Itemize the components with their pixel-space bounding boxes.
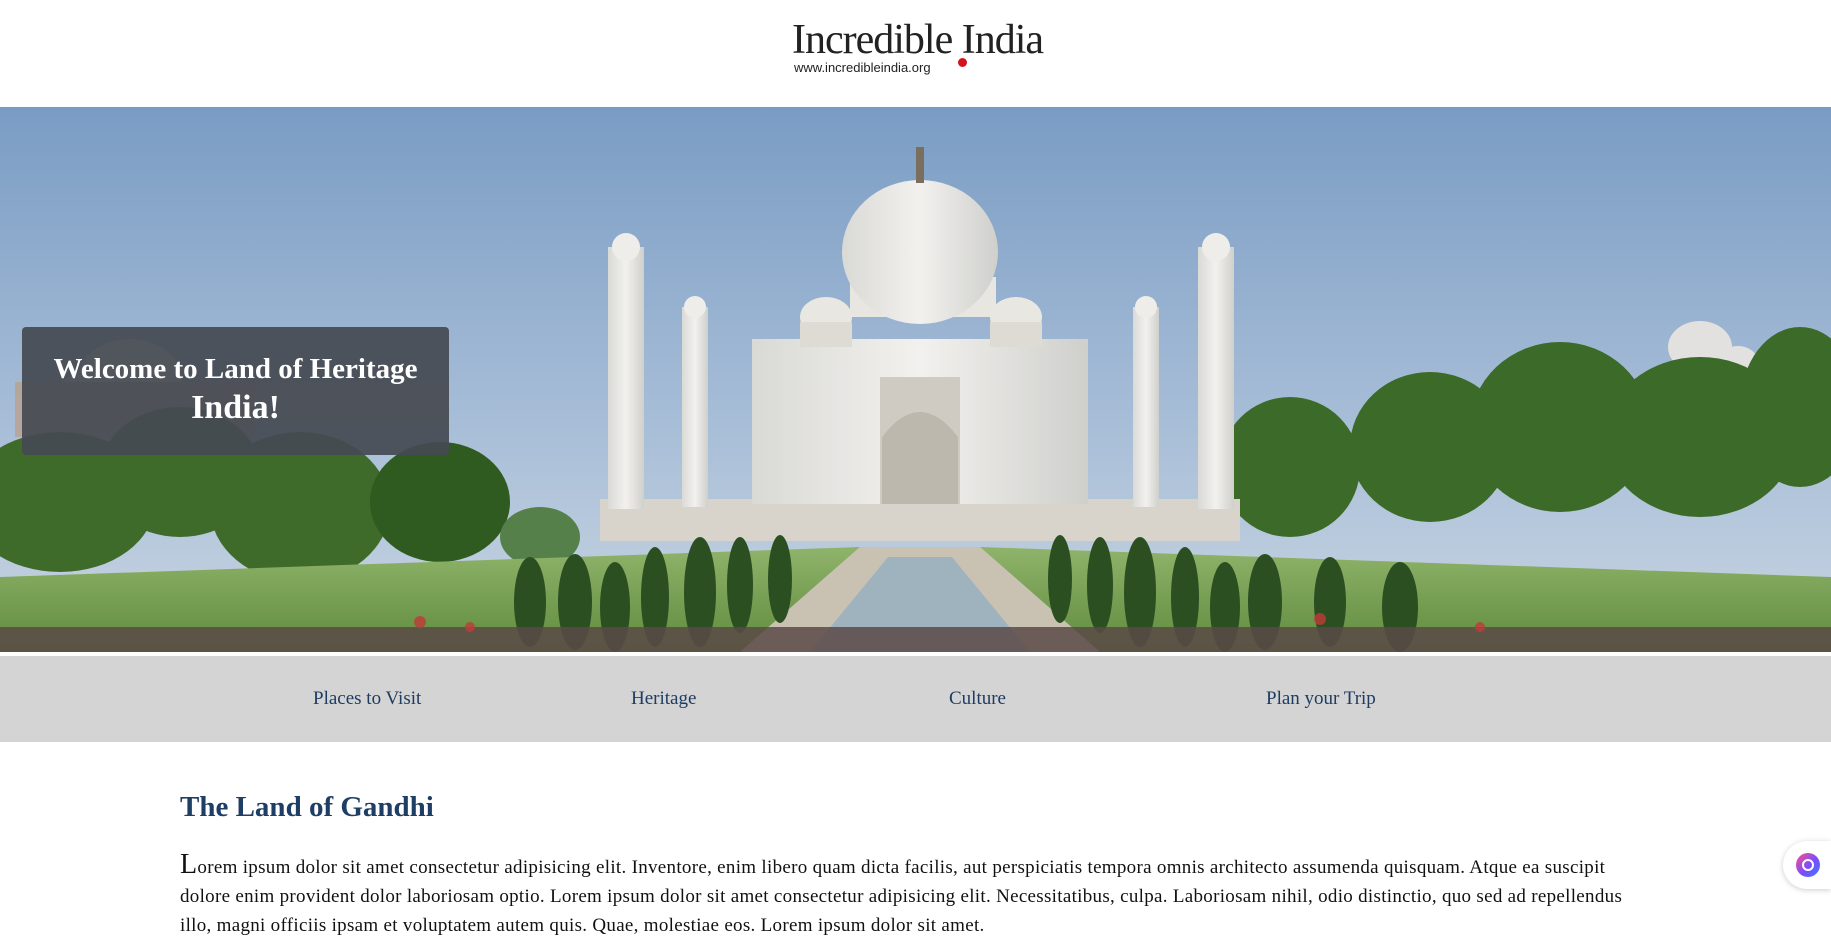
paragraph-body: orem ipsum dolor sit amet consectetur ad…: [180, 857, 1623, 936]
nav-heritage[interactable]: Heritage: [631, 688, 696, 710]
nav-places-to-visit[interactable]: Places to Visit: [313, 688, 421, 710]
nav-plan-your-trip[interactable]: Plan your Trip: [1266, 688, 1376, 710]
logo-title: Incredible India: [792, 17, 1044, 63]
intro-paragraph: Lorem ipsum dolor sit amet consectetur a…: [180, 850, 1630, 940]
site-header: Incredible India www.incredibleindia.org: [0, 0, 1831, 107]
welcome-box: Welcome to Land of Heritage India!: [22, 327, 449, 455]
welcome-subheading: India!: [191, 389, 280, 426]
welcome-heading: Welcome to Land of Heritage: [53, 353, 418, 385]
section-title: The Land of Gandhi: [180, 791, 434, 823]
brain-extension-icon: [1796, 853, 1820, 877]
extension-button[interactable]: [1783, 841, 1831, 889]
logo-url: www.incredibleindia.org: [794, 60, 931, 75]
nav-culture[interactable]: Culture: [949, 688, 1006, 710]
drop-cap: L: [180, 849, 198, 880]
incredible-india-logo[interactable]: Incredible India www.incredibleindia.org: [792, 16, 1044, 82]
main-nav: Places to Visit Heritage Culture Plan yo…: [0, 656, 1831, 742]
logo-red-dot: [958, 58, 967, 67]
hero-banner: Welcome to Land of Heritage India!: [0, 107, 1831, 652]
